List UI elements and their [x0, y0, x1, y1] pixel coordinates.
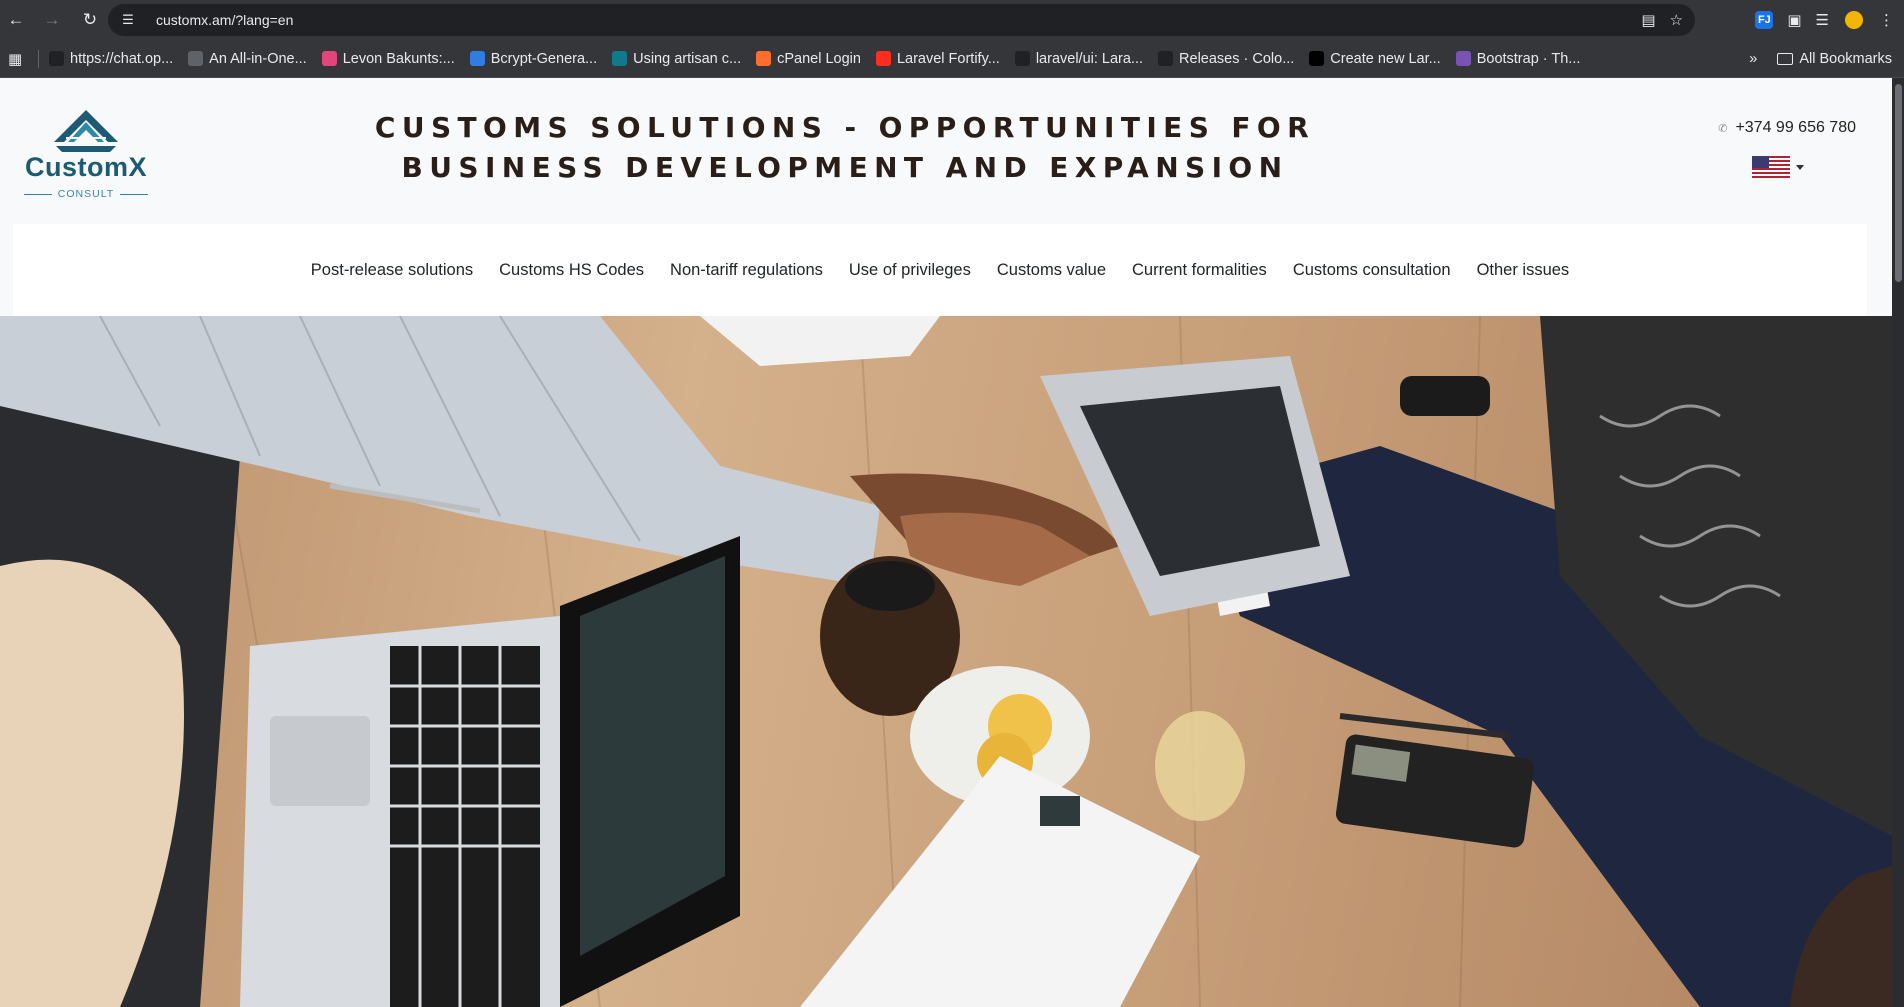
bookmark-item[interactable]: Releases · Colo...: [1158, 51, 1294, 67]
media-control-icon[interactable]: ☰: [1816, 11, 1829, 29]
nav-customs-value[interactable]: Customs value: [997, 261, 1106, 280]
bookmark-item[interactable]: Bootstrap · Th...: [1455, 50, 1581, 67]
site-info-icon[interactable]: ☰: [118, 12, 138, 28]
all-bookmarks-folder[interactable]: All Bookmarks: [1777, 51, 1892, 67]
browser-toolbar: ← → ↻ ☰ customx.am/?lang=en ▤ ☆ FJ ▣ ☰ ⋮: [0, 0, 1904, 40]
folder-icon: [1777, 53, 1794, 65]
handshake-meeting-illustration: [0, 316, 1892, 1007]
bookmark-label: Laravel Fortify...: [896, 50, 1000, 67]
bookmark-label: cPanel Login: [777, 50, 861, 67]
logo-peaks-icon: [54, 110, 118, 152]
cpanel-icon: [756, 51, 772, 66]
bookmark-star-icon[interactable]: ☆: [1670, 11, 1683, 29]
back-icon[interactable]: ←: [2, 6, 30, 34]
bookmark-item[interactable]: Laravel Fortify...: [875, 50, 1000, 67]
bookmark-item[interactable]: Using artisan c...: [612, 51, 741, 67]
url-text[interactable]: customx.am/?lang=en: [156, 12, 293, 28]
s-icon: [612, 51, 628, 66]
apps-grid-icon[interactable]: ▦: [8, 50, 30, 68]
bookmarks-bar: ▦ https://chat.op... An All-in-One... Levo…: [0, 40, 1904, 78]
bookmark-item[interactable]: Create new Lar...: [1309, 50, 1441, 67]
main-navigation: Post-release solutions Customs HS Codes …: [13, 224, 1867, 316]
nav-use-of-privileges[interactable]: Use of privileges: [849, 261, 971, 280]
reload-icon[interactable]: ↻: [76, 6, 104, 34]
laravel-icon: [875, 51, 891, 66]
openai-icon: [49, 51, 64, 66]
nav-current-formalities[interactable]: Current formalities: [1132, 261, 1267, 280]
medium-icon: [1309, 51, 1325, 66]
bookmark-item[interactable]: laravel/ui: Lara...: [1014, 50, 1144, 67]
extension-icon[interactable]: FJ: [1755, 11, 1774, 29]
bootstrap-icon: [1455, 51, 1471, 66]
more-bookmarks-chevron[interactable]: »: [1749, 51, 1757, 67]
bookmark-label: An All-in-One...: [209, 50, 307, 67]
page-headline: CUSTOMS SOLUTIONS - OPPORTUNITIES FOR BU…: [374, 111, 1316, 184]
bookmark-label: laravel/ui: Lara...: [1035, 50, 1144, 67]
nav-customs-consultation[interactable]: Customs consultation: [1293, 261, 1451, 280]
phone-number[interactable]: +374 99 656 780: [1735, 119, 1856, 137]
nav-customs-hs-codes[interactable]: Customs HS Codes: [499, 261, 644, 280]
translate-icon[interactable]: ▤: [1641, 11, 1655, 29]
colorful-circle-icon: [321, 51, 337, 66]
nav-other-issues[interactable]: Other issues: [1477, 261, 1570, 280]
nav-non-tariff-regulations[interactable]: Non-tariff regulations: [670, 261, 823, 280]
bookmark-label: Bcrypt-Genera...: [490, 50, 598, 67]
bookmark-label: https://chat.op...: [70, 50, 174, 67]
hero-image: [0, 316, 1892, 1007]
phone-icon: ✆: [1718, 122, 1728, 135]
logo-sub-text: CONSULT: [57, 188, 115, 200]
bookmark-label: Bootstrap · Th...: [1476, 50, 1581, 67]
nav-post-release-solutions[interactable]: Post-release solutions: [311, 261, 473, 280]
bookmark-item[interactable]: Bcrypt-Genera...: [469, 50, 598, 67]
contact-phone[interactable]: ✆ +374 99 656 780: [1718, 119, 1856, 137]
bookmark-label: Create new Lar...: [1330, 50, 1441, 67]
bcrypt-icon: [469, 51, 485, 66]
all-bookmarks-label: All Bookmarks: [1799, 51, 1892, 67]
extensions-puzzle-icon[interactable]: ▣: [1787, 11, 1801, 29]
github-icon: [1158, 51, 1174, 66]
bookmarks-divider: [38, 49, 39, 68]
web-page: CustomX CONSULT CUSTOMS SOLUTIONS - OPPO…: [0, 78, 1892, 1007]
bookmark-item[interactable]: An All-in-One...: [188, 51, 307, 67]
us-flag-icon: [1752, 156, 1790, 178]
site-logo[interactable]: CustomX CONSULT: [20, 108, 152, 208]
profile-avatar[interactable]: [1843, 9, 1865, 31]
bookmark-label: Releases · Colo...: [1179, 50, 1295, 67]
scrollbar-thumb[interactable]: [1895, 84, 1902, 282]
logo-subtitle: CONSULT: [20, 188, 152, 200]
bookmark-item[interactable]: Levon Bakunts:...: [321, 50, 455, 67]
site-header: CustomX CONSULT CUSTOMS SOLUTIONS - OPPO…: [0, 78, 1892, 224]
bookmark-item[interactable]: cPanel Login: [756, 51, 861, 67]
caret-down-icon: [1796, 164, 1804, 170]
bookmark-label: Levon Bakunts:...: [342, 50, 455, 67]
forward-icon[interactable]: →: [38, 6, 66, 34]
language-selector[interactable]: [1752, 156, 1804, 178]
bookmark-label: Using artisan c...: [633, 50, 742, 67]
bookmark-item[interactable]: https://chat.op...: [49, 51, 173, 67]
page-scrollbar[interactable]: [1892, 78, 1904, 1007]
menu-kebab-icon[interactable]: ⋮: [1879, 11, 1894, 29]
github-icon: [1014, 51, 1030, 66]
address-bar[interactable]: ☰ customx.am/?lang=en ▤ ☆: [108, 4, 1695, 36]
globe-icon: [188, 51, 204, 66]
logo-name: CustomX: [24, 152, 147, 182]
